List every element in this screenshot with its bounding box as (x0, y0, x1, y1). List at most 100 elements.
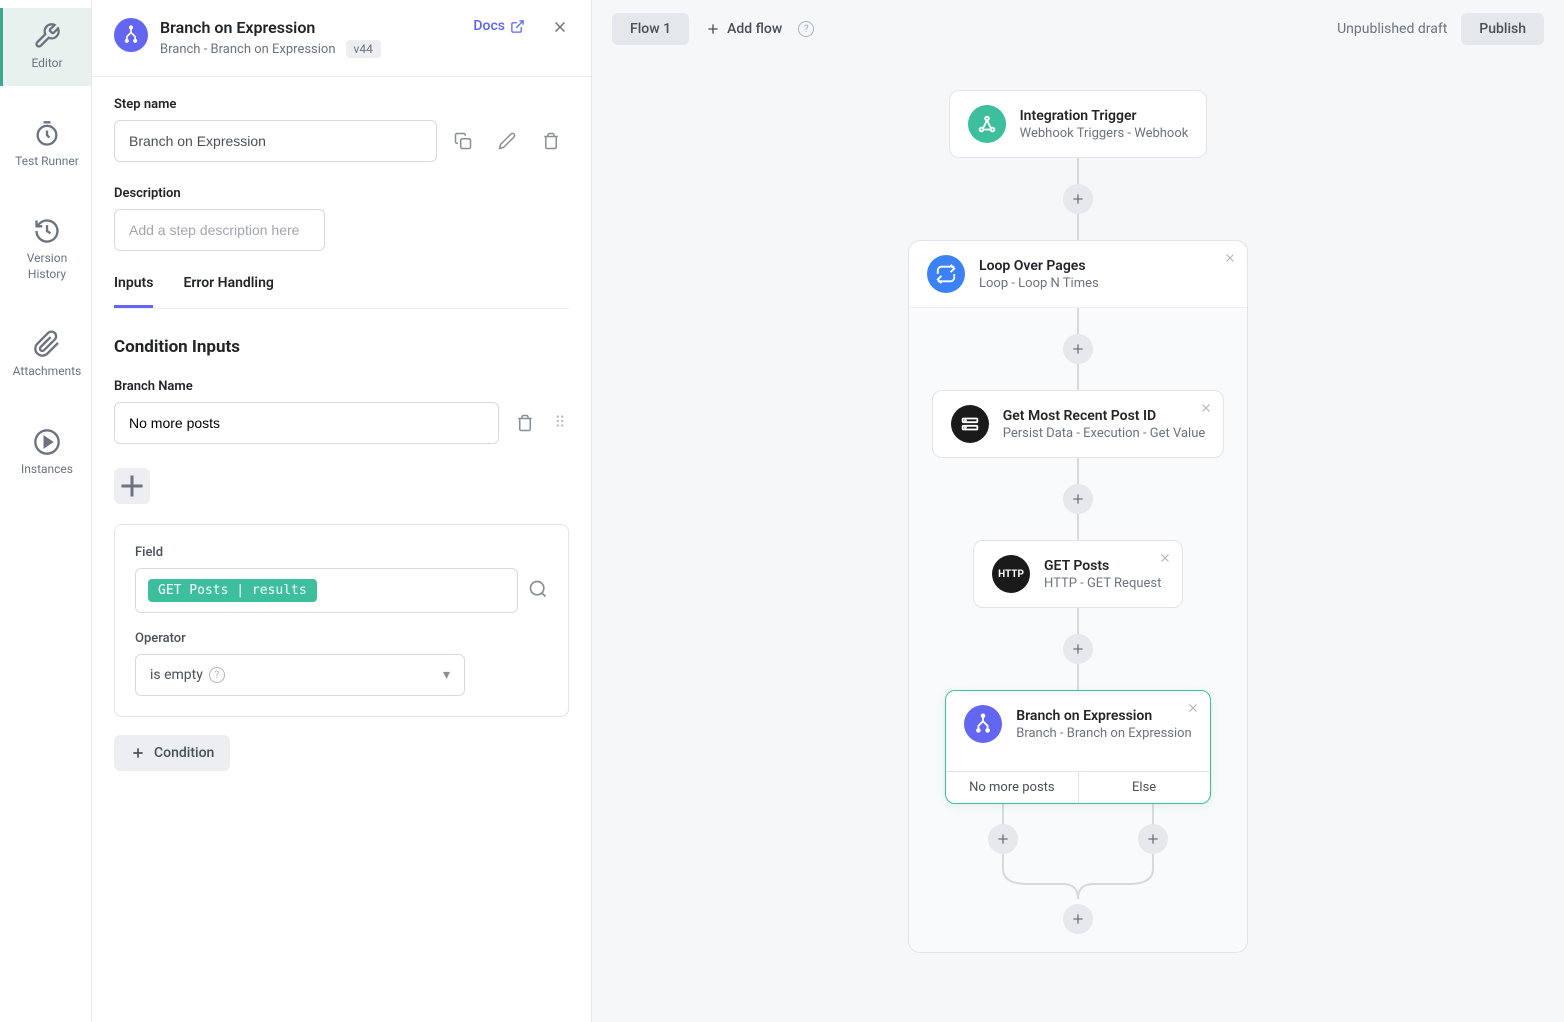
node-subtitle: Webhook Triggers - Webhook (1020, 126, 1189, 141)
panel-header: Branch on Expression Branch - Branch on … (92, 0, 591, 77)
help-icon[interactable]: ? (209, 667, 225, 683)
webhook-icon (968, 105, 1006, 143)
branch-icon (964, 705, 1002, 743)
merge-connector (948, 854, 1208, 904)
publish-button[interactable]: Publish (1461, 13, 1544, 45)
add-condition-button[interactable]: Condition (114, 735, 230, 771)
history-icon (33, 217, 61, 245)
branch-name-label: Branch Name (114, 379, 569, 394)
rail-item-editor[interactable]: Editor (0, 8, 91, 86)
add-step-button[interactable] (1063, 334, 1093, 364)
rail-item-attachments[interactable]: Attachments (0, 316, 91, 394)
rail-label: Test Runner (15, 154, 79, 170)
grip-icon (551, 412, 569, 430)
database-icon (951, 405, 989, 443)
copy-icon (454, 132, 472, 150)
node-title: Loop Over Pages (979, 258, 1229, 274)
step-name-input[interactable] (114, 120, 437, 162)
branch-icon (114, 18, 148, 52)
copy-button[interactable] (445, 123, 481, 159)
version-badge: v44 (346, 40, 381, 58)
config-tabs: Inputs Error Handling (114, 275, 569, 309)
node-subtitle: HTTP - GET Request (1044, 576, 1164, 591)
flow-tab[interactable]: Flow 1 (612, 13, 689, 45)
delete-button[interactable] (533, 123, 569, 159)
close-icon (551, 18, 569, 36)
tab-inputs[interactable]: Inputs (114, 275, 153, 308)
add-step-button[interactable] (1063, 634, 1093, 664)
rail-item-test-runner[interactable]: Test Runner (0, 106, 91, 184)
node-close-button[interactable] (1186, 701, 1200, 719)
plus-icon (114, 468, 150, 504)
node-title: Get Most Recent Post ID (1003, 408, 1206, 424)
add-step-button[interactable] (1063, 484, 1093, 514)
operator-label: Operator (135, 631, 548, 646)
edit-button[interactable] (489, 123, 525, 159)
add-branch-button[interactable] (114, 468, 150, 504)
operator-select[interactable]: is empty ? ▾ (135, 654, 465, 696)
rail-item-version-history[interactable]: Version History (0, 203, 91, 296)
node-http[interactable]: HTTP GET Posts HTTP - GET Request (973, 540, 1183, 608)
rail-label: Editor (31, 56, 62, 72)
node-close-button[interactable] (1223, 251, 1237, 269)
add-flow-button[interactable]: Add flow (705, 21, 782, 37)
left-rail: Editor Test Runner Version History Attac… (0, 0, 92, 1022)
node-loop[interactable]: Loop Over Pages Loop - Loop N Times (909, 241, 1247, 308)
description-input[interactable] (114, 209, 325, 251)
rail-label: Version History (7, 251, 87, 282)
help-icon[interactable]: ? (798, 21, 814, 37)
section-heading: Condition Inputs (114, 337, 569, 357)
plus-icon (705, 21, 721, 37)
node-close-button[interactable] (1158, 551, 1172, 569)
trash-icon (516, 414, 534, 432)
flow-canvas[interactable]: Flow 1 Add flow ? Unpublished draft Publ… (592, 0, 1564, 1022)
rail-label: Attachments (13, 364, 82, 380)
add-step-button[interactable] (1138, 824, 1168, 854)
play-icon (33, 428, 61, 456)
loop-icon (927, 255, 965, 293)
plus-icon (130, 745, 146, 761)
loop-container: Loop Over Pages Loop - Loop N Times Get … (908, 240, 1248, 953)
config-panel: Branch on Expression Branch - Branch on … (92, 0, 592, 1022)
panel-subtitle: Branch - Branch on Expression (160, 42, 336, 57)
rail-label: Instances (21, 462, 73, 478)
field-reference-input[interactable]: GET Posts | results (135, 568, 518, 613)
node-title: GET Posts (1044, 558, 1164, 574)
http-icon: HTTP (992, 555, 1030, 593)
reference-chip: GET Posts | results (148, 579, 317, 602)
add-step-button[interactable] (1063, 904, 1093, 934)
condition-box: Field GET Posts | results Operator is em… (114, 524, 569, 717)
node-subtitle: Persist Data - Execution - Get Value (1003, 426, 1206, 441)
external-link-icon (510, 19, 525, 34)
step-name-label: Step name (114, 97, 569, 112)
node-title: Branch on Expression (1016, 708, 1192, 724)
node-branch[interactable]: Branch on Expression Branch - Branch on … (945, 690, 1211, 804)
wrench-icon (33, 22, 61, 50)
drag-handle[interactable] (551, 412, 569, 434)
tab-error-handling[interactable]: Error Handling (183, 275, 273, 308)
node-subtitle: Loop - Loop N Times (979, 276, 1229, 291)
close-panel-button[interactable] (551, 18, 569, 40)
flow-tree: Integration Trigger Webhook Triggers - W… (908, 90, 1248, 953)
panel-title: Branch on Expression (160, 18, 461, 37)
search-field-button[interactable] (528, 579, 548, 603)
canvas-toolbar: Flow 1 Add flow ? Unpublished draft Publ… (592, 0, 1564, 58)
trash-icon (542, 132, 560, 150)
branch-output-left[interactable]: No more posts (946, 772, 1078, 803)
branch-output-right[interactable]: Else (1079, 772, 1210, 803)
node-trigger[interactable]: Integration Trigger Webhook Triggers - W… (949, 90, 1208, 158)
add-step-button[interactable] (988, 824, 1018, 854)
description-label: Description (114, 186, 569, 201)
paperclip-icon (33, 330, 61, 358)
timer-icon (33, 120, 61, 148)
branch-name-input[interactable] (114, 402, 499, 444)
node-title: Integration Trigger (1020, 108, 1189, 124)
docs-link[interactable]: Docs (473, 18, 525, 34)
node-subtitle: Branch - Branch on Expression (1016, 726, 1192, 741)
add-step-button[interactable] (1063, 184, 1093, 214)
delete-branch-button[interactable] (507, 405, 543, 441)
node-persist[interactable]: Get Most Recent Post ID Persist Data - E… (932, 390, 1225, 458)
node-close-button[interactable] (1199, 401, 1213, 419)
edit-icon (498, 132, 516, 150)
rail-item-instances[interactable]: Instances (0, 414, 91, 492)
